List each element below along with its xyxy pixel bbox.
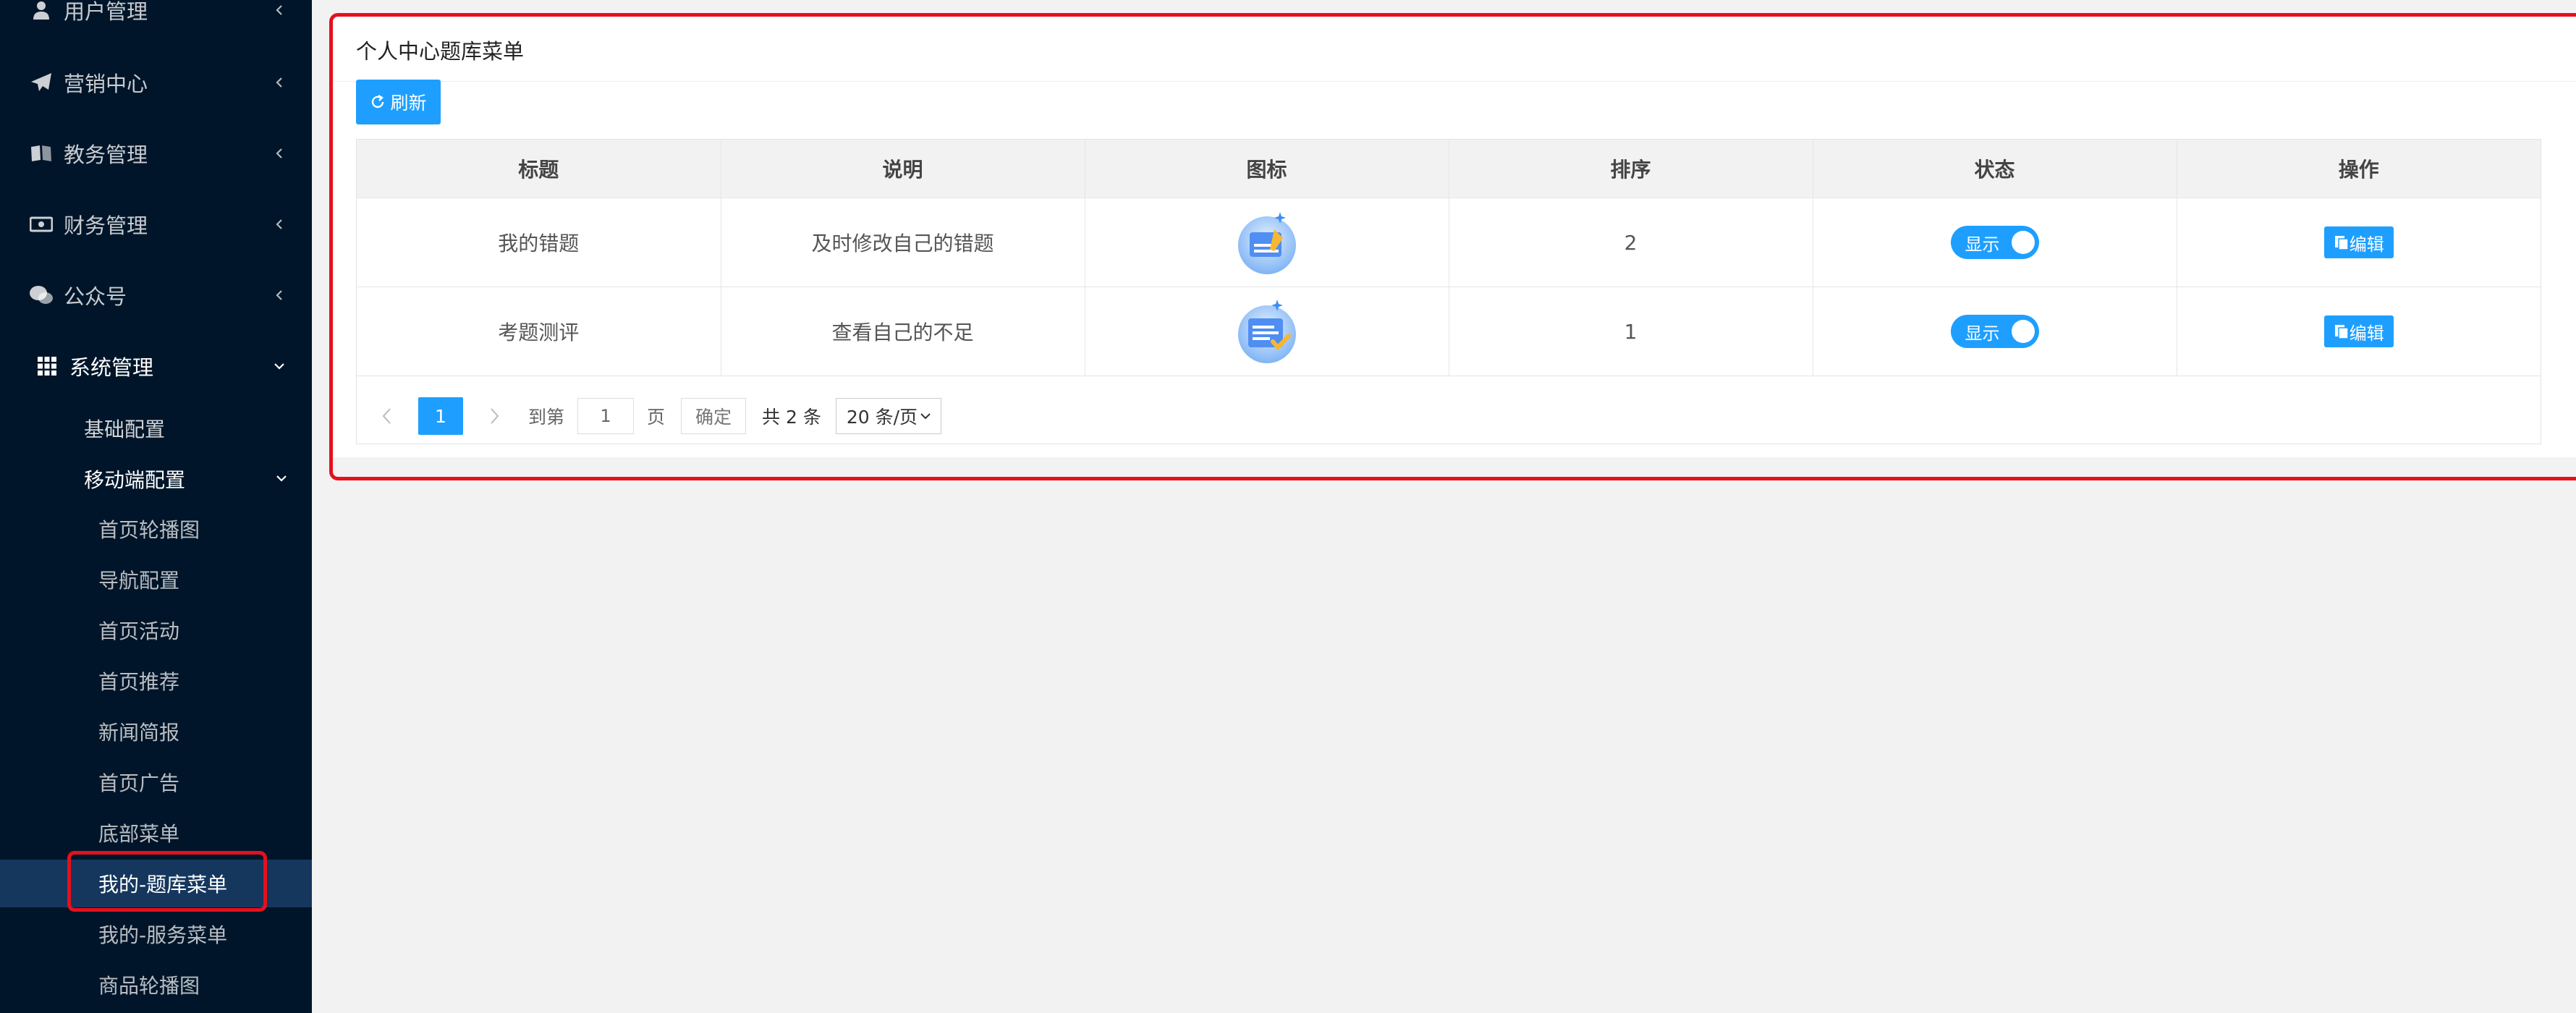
sidebar-item-basic-config[interactable]: 基础配置 bbox=[84, 414, 165, 443]
nav-marketing-center[interactable]: 营销中心 bbox=[0, 61, 312, 104]
chevron-left-icon bbox=[276, 290, 282, 300]
sidebar-item-product-carousel[interactable]: 商品轮播图 bbox=[0, 961, 312, 1009]
chevron-left-icon bbox=[276, 77, 282, 88]
nav-user-management[interactable]: 用户管理 bbox=[0, 0, 312, 32]
nav-label: 公众号 bbox=[64, 284, 127, 309]
nav-official-account[interactable]: 公众号 bbox=[0, 274, 312, 317]
sidebar-item-home-recommend[interactable]: 首页推荐 bbox=[0, 657, 312, 705]
sidebar-item-home-ads[interactable]: 首页广告 bbox=[0, 758, 312, 806]
money-icon bbox=[29, 212, 54, 237]
chevron-left-icon bbox=[276, 5, 282, 15]
nav-label: 营销中心 bbox=[64, 72, 148, 96]
nav-label: 系统管理 bbox=[69, 355, 154, 380]
highlight-box-main bbox=[329, 13, 2576, 480]
nav-system-management[interactable]: 系统管理 bbox=[0, 344, 312, 388]
grid-icon bbox=[35, 354, 59, 378]
nav-academic-management[interactable]: 教务管理 bbox=[0, 132, 312, 175]
chevron-left-icon bbox=[276, 219, 282, 229]
nav-label: 教务管理 bbox=[64, 143, 148, 167]
nav-finance-management[interactable]: 财务管理 bbox=[0, 203, 312, 246]
sidebar-item-news-brief[interactable]: 新闻简报 bbox=[0, 708, 312, 755]
chevron-down-icon bbox=[274, 363, 284, 370]
highlight-box-sidebar bbox=[67, 851, 267, 912]
nav-label: 财务管理 bbox=[64, 213, 148, 238]
book-icon bbox=[29, 141, 54, 166]
sidebar-item-bottom-menu[interactable]: 底部菜单 bbox=[0, 809, 312, 857]
nav-label: 用户管理 bbox=[64, 0, 148, 24]
wechat-icon bbox=[29, 283, 54, 308]
sidebar-item-nav-config[interactable]: 导航配置 bbox=[0, 556, 312, 603]
sidebar-item-home-carousel[interactable]: 首页轮播图 bbox=[0, 505, 312, 553]
sidebar-item-home-activity[interactable]: 首页活动 bbox=[0, 606, 312, 654]
paper-plane-icon bbox=[29, 70, 54, 95]
chevron-left-icon bbox=[276, 148, 282, 158]
sidebar-item-mobile-config[interactable]: 移动端配置 bbox=[84, 465, 185, 493]
user-icon bbox=[29, 0, 54, 22]
sidebar-item-my-service-menu[interactable]: 我的-服务菜单 bbox=[0, 910, 312, 958]
chevron-down-icon bbox=[276, 475, 287, 482]
sidebar: 用户管理 营销中心 教务管理 财务管理 公众号 系统管理 基础配置 移动端配置 … bbox=[0, 0, 312, 1013]
